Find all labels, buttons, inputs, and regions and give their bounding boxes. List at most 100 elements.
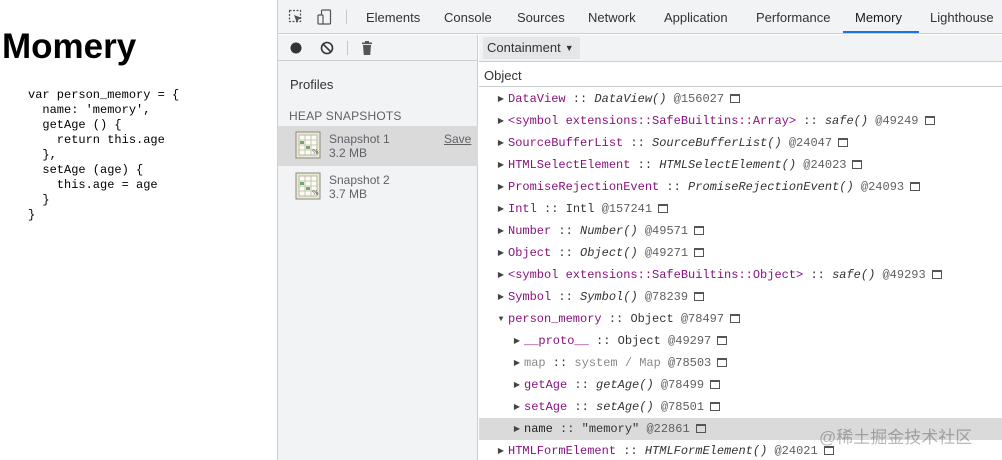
- tree-node-separator: ::: [565, 92, 595, 106]
- store-as-global-icon[interactable]: [710, 402, 721, 411]
- collapsed-triangle-icon[interactable]: ▶: [496, 243, 506, 265]
- tree-row[interactable]: ▶ Symbol :: Symbol() @78239: [479, 286, 1002, 308]
- dropdown-caret-icon: ▼: [564, 43, 574, 53]
- store-as-global-icon[interactable]: [852, 160, 863, 169]
- collapsed-triangle-icon[interactable]: ▶: [496, 155, 506, 177]
- tab-console[interactable]: Console: [444, 0, 492, 34]
- tree-row[interactable]: ▶ HTMLSelectElement :: HTMLSelectElement(…: [479, 154, 1002, 176]
- tree-row[interactable]: ▶ Number :: Number() @49571: [479, 220, 1002, 242]
- profiles-toolbar: [278, 35, 478, 61]
- tab-elements[interactable]: Elements: [366, 0, 420, 34]
- store-as-global-icon[interactable]: [924, 116, 935, 125]
- tree-node-name: Object: [508, 246, 552, 260]
- save-snapshot-link[interactable]: Save: [444, 132, 471, 146]
- collapsed-triangle-icon[interactable]: ▶: [496, 441, 506, 460]
- collapsed-triangle-icon[interactable]: ▶: [512, 375, 522, 397]
- collapsed-triangle-icon[interactable]: ▶: [496, 177, 506, 199]
- garbage-collect-icon[interactable]: [359, 40, 375, 56]
- tree-node-id-value: @24047: [788, 136, 833, 150]
- store-as-global-icon[interactable]: [717, 358, 728, 367]
- collapsed-triangle-icon[interactable]: ▶: [496, 133, 506, 155]
- store-as-global-icon[interactable]: [838, 138, 849, 147]
- tree-row[interactable]: ▶ setAge :: setAge() @78501: [479, 396, 1002, 418]
- tree-node-separator: ::: [623, 136, 653, 150]
- collapsed-triangle-icon[interactable]: ▶: [496, 221, 506, 243]
- tab-sources[interactable]: Sources: [517, 0, 565, 34]
- tree-node-class: HTMLFormElement(): [644, 444, 768, 458]
- tree-row[interactable]: ▶ map :: system / Map @78503: [479, 352, 1002, 374]
- code-line: }: [28, 193, 50, 207]
- store-as-global-icon[interactable]: [730, 94, 741, 103]
- tree-node-id-value: @24093: [860, 180, 905, 194]
- code-block: var person_memory = { name: 'memory', ge…: [28, 88, 179, 223]
- tree-node-id: @49271: [638, 246, 688, 260]
- tree-node-separator: ::: [803, 268, 833, 282]
- tree-row[interactable]: ▼ person_memory :: Object @78497: [479, 308, 1002, 330]
- snapshot-name: Snapshot 2: [329, 173, 390, 187]
- column-header-object: Object: [484, 68, 522, 83]
- collapsed-triangle-icon[interactable]: ▶: [512, 397, 522, 419]
- tree-node-id-value: @78501: [660, 400, 705, 414]
- snapshot-item[interactable]: % Snapshot 1 3.2 MB Save: [278, 126, 478, 166]
- tree-node-id-value: @22861: [646, 422, 690, 436]
- tree-node-separator: ::: [551, 290, 581, 304]
- tree-node-id: @157241: [594, 202, 652, 216]
- tree-row[interactable]: ▶ Intl :: Intl @157241: [479, 198, 1002, 220]
- store-as-global-icon[interactable]: [694, 226, 705, 235]
- record-icon[interactable]: [288, 40, 304, 56]
- tree-row[interactable]: ▶ getAge :: getAge() @78499: [479, 374, 1002, 396]
- store-as-global-icon[interactable]: [717, 336, 728, 345]
- device-toolbar-icon[interactable]: [317, 9, 333, 25]
- store-as-global-icon[interactable]: [730, 314, 741, 323]
- expanded-triangle-icon[interactable]: ▼: [496, 309, 506, 331]
- store-as-global-icon[interactable]: [658, 204, 669, 213]
- tab-performance[interactable]: Performance: [756, 0, 830, 34]
- view-select[interactable]: Containment ▼: [483, 37, 580, 59]
- column-header[interactable]: Object: [479, 63, 1002, 87]
- tree-row[interactable]: ▶ PromiseRejectionEvent :: PromiseRejecti…: [479, 176, 1002, 198]
- collapsed-triangle-icon[interactable]: ▶: [496, 265, 506, 287]
- clear-icon[interactable]: [319, 40, 335, 56]
- code-line: setAge (age) {: [28, 163, 144, 177]
- collapsed-triangle-icon[interactable]: ▶: [512, 419, 522, 441]
- tree-node-id: @24021: [767, 444, 817, 458]
- tree-node-id: @24093: [854, 180, 904, 194]
- inspect-element-icon[interactable]: [288, 9, 304, 25]
- tree-row[interactable]: ▶ DataView :: DataView() @156027: [479, 88, 1002, 110]
- tree-node-separator: ::: [588, 334, 618, 348]
- collapsed-triangle-icon[interactable]: ▶: [496, 89, 506, 111]
- tree-row[interactable]: ▶ <symbol extensions::SafeBuiltins::Objec…: [479, 264, 1002, 286]
- store-as-global-icon[interactable]: [910, 182, 921, 191]
- store-as-global-icon[interactable]: [695, 424, 706, 433]
- tree-node-name: map: [524, 356, 546, 370]
- tree-node-name: Number: [508, 224, 552, 238]
- code-line: this.age = age: [28, 178, 158, 192]
- tab-lighthouse[interactable]: Lighthouse: [930, 0, 994, 34]
- collapsed-triangle-icon[interactable]: ▶: [512, 353, 522, 375]
- tree-node-id: @49293: [875, 268, 925, 282]
- tab-memory[interactable]: Memory: [855, 0, 902, 34]
- snapshot-item[interactable]: % Snapshot 2 3.7 MB: [278, 167, 478, 207]
- tree-node-id-value: @157241: [601, 202, 653, 216]
- tree-node-name: SourceBufferList: [508, 136, 624, 150]
- tab-network[interactable]: Network: [588, 0, 636, 34]
- tree-row[interactable]: ▶ <symbol extensions::SafeBuiltins::Array…: [479, 110, 1002, 132]
- code-line: getAge () {: [28, 118, 122, 132]
- collapsed-triangle-icon[interactable]: ▶: [512, 331, 522, 353]
- tree-node-name: HTMLFormElement: [508, 444, 617, 458]
- tree-row[interactable]: ▶ Object :: Object() @49271: [479, 242, 1002, 264]
- collapsed-triangle-icon[interactable]: ▶: [496, 111, 506, 133]
- tree-node-name: Symbol: [508, 290, 552, 304]
- snapshot-size: 3.7 MB: [329, 187, 368, 201]
- tree-row[interactable]: ▶ __proto__ :: Object @49297: [479, 330, 1002, 352]
- store-as-global-icon[interactable]: [710, 380, 721, 389]
- tree-row[interactable]: ▶ SourceBufferList :: SourceBufferList() …: [479, 132, 1002, 154]
- store-as-global-icon[interactable]: [694, 292, 705, 301]
- collapsed-triangle-icon[interactable]: ▶: [496, 199, 506, 221]
- store-as-global-icon[interactable]: [931, 270, 942, 279]
- store-as-global-icon[interactable]: [694, 248, 705, 257]
- tree-node-separator: ::: [536, 202, 566, 216]
- tab-application[interactable]: Application: [664, 0, 728, 34]
- collapsed-triangle-icon[interactable]: ▶: [496, 287, 506, 309]
- heap-snapshot-icon: %: [295, 172, 321, 200]
